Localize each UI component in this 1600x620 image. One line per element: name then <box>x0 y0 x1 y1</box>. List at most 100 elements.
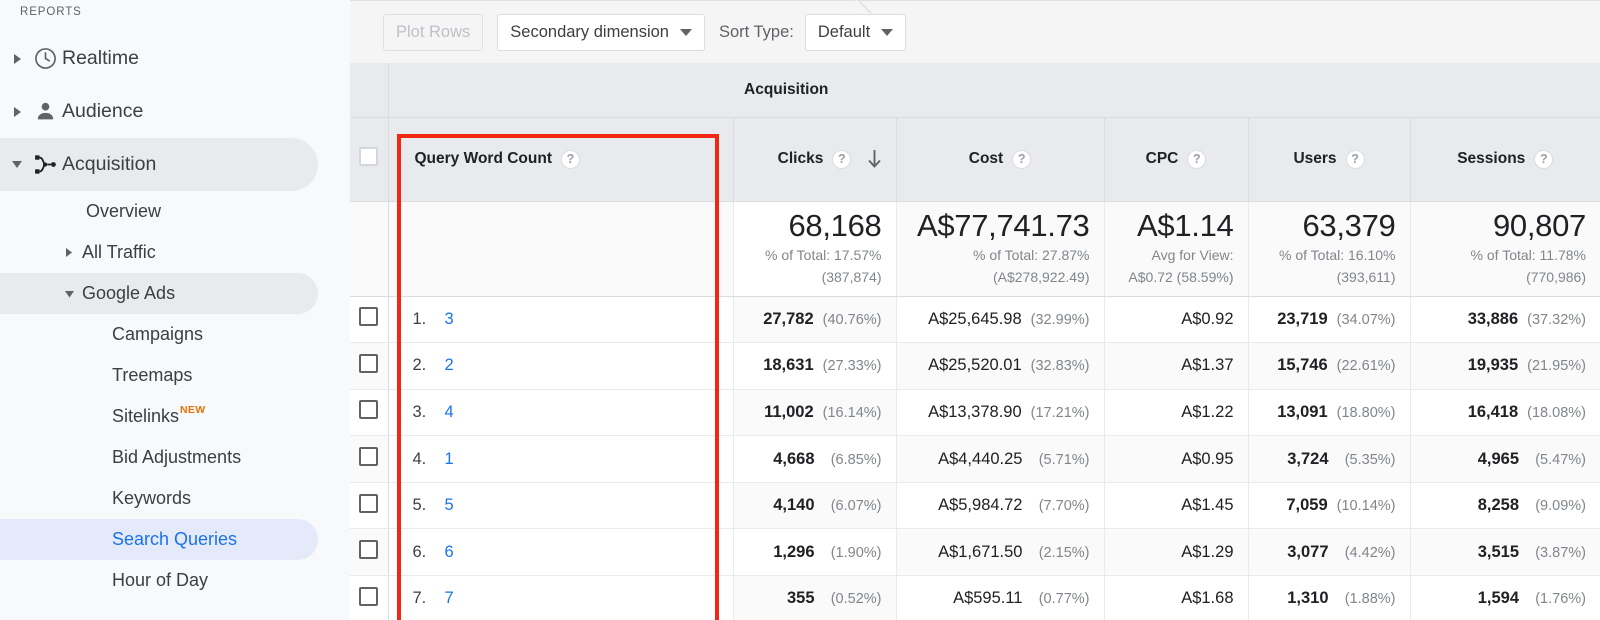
header-cell-cost[interactable]: Cost ? <box>895 117 1104 202</box>
metric-percentage: (17.21%) <box>1030 404 1090 421</box>
row-checkbox-cell[interactable] <box>350 435 389 483</box>
metric-value: A$5,984.72 <box>938 496 1023 515</box>
chevron-right-icon[interactable] <box>6 53 28 64</box>
row-dimension-link[interactable]: 7 <box>445 589 454 608</box>
table-row: 1. 3 27,782 (40.76%) A$25,645.98 (32.99%) A$0.… <box>350 296 1600 344</box>
metric-value: 4,668 <box>773 449 815 468</box>
cell-sessions: 16,418 (18.08%) <box>1409 389 1600 437</box>
table-toolbar: Plot Rows Secondary dimension Sort Type:… <box>350 0 1600 63</box>
header-cell-users[interactable]: Users ? <box>1247 117 1410 202</box>
sidebar-item-label: Google Ads <box>82 283 176 303</box>
cell-cost: A$25,520.01 (32.83%) <box>895 342 1104 390</box>
metric-value: A$1.45 <box>1181 496 1234 515</box>
sidebar-item-audience[interactable]: Audience <box>0 85 318 138</box>
select-all-checkbox[interactable] <box>359 147 379 166</box>
help-icon[interactable]: ? <box>561 149 580 169</box>
sidebar-item-overview[interactable]: Overview <box>0 191 318 232</box>
dimension-header-cell[interactable]: Query Word Count ? <box>388 117 733 202</box>
sidebar-item-label: Bid Adjustments <box>112 447 242 467</box>
row-checkbox-cell[interactable] <box>350 482 389 530</box>
row-dimension-link[interactable]: 2 <box>445 356 454 375</box>
summary-subtext-line1: % of Total: 17.57% <box>765 246 882 263</box>
help-icon[interactable]: ? <box>1345 149 1365 169</box>
row-checkbox-cell[interactable] <box>350 575 389 620</box>
header-cell-clicks[interactable]: Clicks ? <box>732 117 896 202</box>
row-dimension-link[interactable]: 5 <box>445 496 454 515</box>
summary-subtext-line2: (A$278,922.49) <box>992 268 1090 285</box>
secondary-dimension-dropdown[interactable]: Secondary dimension <box>497 13 705 51</box>
plot-rows-label: Plot Rows <box>396 22 471 41</box>
chevron-right-icon[interactable] <box>56 248 82 257</box>
cell-cost: A$5,984.72 (7.70%) <box>895 482 1104 530</box>
cell-cost: A$1,671.50 (2.15%) <box>895 528 1104 577</box>
summary-cell-cpc: A$1.14 Avg for View: A$0.72 (58.59%) <box>1103 201 1248 297</box>
sidebar-item-sitelinks[interactable]: Sitelinks NEW <box>0 396 318 437</box>
metric-value: 15,746 <box>1277 356 1328 375</box>
chevron-down-icon <box>679 28 692 36</box>
table-body: 1. 3 27,782 (40.76%) A$25,645.98 (32.99%) A$0.… <box>350 296 1600 620</box>
row-checkbox-cell[interactable] <box>350 296 389 344</box>
header-cell-sessions[interactable]: Sessions ? <box>1409 117 1600 202</box>
metric-value: A$4,440.25 <box>938 449 1023 468</box>
row-dimension-link[interactable]: 4 <box>445 403 454 422</box>
chevron-down-icon[interactable] <box>56 290 82 298</box>
cell-cost: A$595.11 (0.77%) <box>895 575 1104 620</box>
help-icon[interactable]: ? <box>832 149 852 169</box>
group-header-label: Acquisition <box>744 80 829 98</box>
row-checkbox[interactable] <box>359 353 379 373</box>
cell-clicks: 27,782 (40.76%) <box>732 296 896 344</box>
cell-sessions: 33,886 (37.32%) <box>1409 296 1600 344</box>
sidebar-item-keywords[interactable]: Keywords <box>0 478 318 519</box>
metric-percentage: (16.14%) <box>822 404 882 421</box>
sort-descending-icon[interactable] <box>867 149 882 169</box>
cell-cpc: A$1.22 <box>1103 389 1248 437</box>
metric-percentage: (0.52%) <box>830 591 882 608</box>
row-checkbox[interactable] <box>359 447 379 467</box>
row-dimension-link[interactable]: 1 <box>445 450 454 469</box>
cell-cpc: A$0.92 <box>1103 296 1248 344</box>
group-header-acquisition: Acquisition <box>733 63 1600 118</box>
sidebar-item-search-queries[interactable]: Search Queries <box>0 519 318 560</box>
sidebar-item-realtime[interactable]: Realtime <box>0 32 318 85</box>
row-checkbox[interactable] <box>359 307 379 327</box>
sidebar-item-label: Campaigns <box>112 324 204 344</box>
summary-subtext-line1: % of Total: 16.10% <box>1279 246 1396 263</box>
sidebar-item-google-ads[interactable]: Google Ads <box>0 273 318 314</box>
metric-value: A$0.92 <box>1181 309 1234 328</box>
help-icon[interactable]: ? <box>1012 149 1032 169</box>
plot-rows-button[interactable]: Plot Rows <box>383 13 484 51</box>
sidebar-item-acquisition[interactable]: Acquisition <box>0 138 318 191</box>
row-checkbox[interactable] <box>359 586 379 606</box>
chevron-down-icon[interactable] <box>6 160 28 169</box>
sidebar-item-bid-adjustments[interactable]: Bid Adjustments <box>0 437 318 478</box>
cell-cost: A$25,645.98 (32.99%) <box>895 296 1104 344</box>
sidebar-item-campaigns[interactable]: Campaigns <box>0 314 318 355</box>
metric-percentage: (27.33%) <box>822 358 882 375</box>
metric-percentage: (21.95%) <box>1527 358 1586 375</box>
help-icon[interactable]: ? <box>1187 149 1207 169</box>
row-checkbox[interactable] <box>359 493 379 513</box>
metric-percentage: (1.88%) <box>1344 591 1396 608</box>
cell-cost: A$4,440.25 (5.71%) <box>895 435 1104 483</box>
sidebar-item-hour-of-day[interactable]: Hour of Day <box>0 560 318 601</box>
row-dimension-link[interactable]: 6 <box>445 543 454 562</box>
sort-type-dropdown[interactable]: Default <box>804 13 907 51</box>
row-checkbox-cell[interactable] <box>350 342 389 390</box>
chevron-right-icon[interactable] <box>6 106 28 117</box>
select-all-checkbox-cell[interactable] <box>350 117 389 202</box>
row-index: 5. <box>412 496 427 515</box>
cell-users: 13,091 (18.80%) <box>1247 389 1410 437</box>
header-cell-cpc[interactable]: CPC ? <box>1103 117 1248 202</box>
cell-query-word-count: 6. 6 <box>388 528 733 577</box>
row-checkbox-cell[interactable] <box>350 389 389 437</box>
row-checkbox-cell[interactable] <box>350 528 389 577</box>
row-checkbox[interactable] <box>359 540 379 560</box>
help-icon[interactable]: ? <box>1534 149 1554 169</box>
row-checkbox[interactable] <box>359 400 379 420</box>
cell-query-word-count: 2. 2 <box>388 342 733 390</box>
summary-checkbox-spacer <box>350 201 389 297</box>
sidebar-item-treemaps[interactable]: Treemaps <box>0 355 318 396</box>
sidebar-item-all-traffic[interactable]: All Traffic <box>0 232 318 273</box>
summary-value: 68,168 <box>788 208 882 244</box>
row-dimension-link[interactable]: 3 <box>445 310 454 329</box>
